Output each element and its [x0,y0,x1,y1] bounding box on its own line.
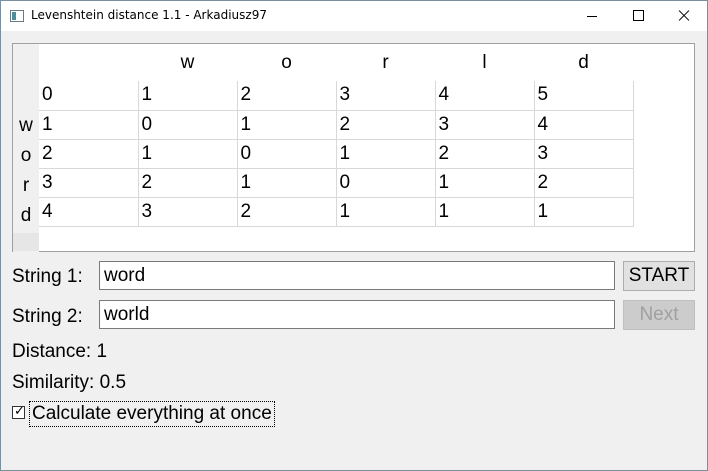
matrix-cell[interactable]: 0 [336,168,436,198]
row-label: d [20,205,32,226]
matrix-cell[interactable]: 1 [534,197,634,227]
maximize-icon [633,10,644,21]
matrix-cell[interactable]: 1 [39,110,139,140]
matrix-cell[interactable]: 2 [336,110,436,140]
matrix-cell[interactable]: 2 [237,197,337,227]
matrix-cell[interactable]: 0 [39,81,139,111]
distance-matrix: w o r l d 0 1 2 3 4 5 1 0 1 2 3 4 2 1 0 … [39,44,634,227]
matrix-cell[interactable]: 5 [534,81,634,111]
column-header [39,44,138,81]
column-header: d [578,51,589,73]
row-label: r [22,175,30,196]
maximize-button[interactable] [615,1,661,31]
start-button[interactable]: START [623,261,695,291]
row-label: w [19,115,33,136]
close-button[interactable] [661,1,707,31]
minimize-icon [587,16,597,17]
column-header: o [281,51,292,73]
matrix-cell[interactable]: 4 [435,81,535,111]
matrix-cell[interactable]: 0 [138,110,238,140]
table-row: 1 0 1 2 3 4 [39,110,634,140]
column-header: l [482,51,487,73]
string1-input[interactable] [99,261,615,290]
title-bar: Levenshtein distance 1.1 - Arkadiusz97 [1,1,707,31]
matrix-cell[interactable]: 1 [138,81,238,111]
matrix-cell[interactable]: 1 [138,139,238,169]
column-header: w [180,51,195,73]
string2-input[interactable] [99,300,615,329]
matrix-cell[interactable]: 3 [39,168,139,198]
table-row: 4 3 2 1 1 1 [39,197,634,227]
string1-label: String 1: [12,266,83,287]
distance-matrix-panel[interactable]: w o r d w o r l d 0 1 2 3 4 5 1 0 1 2 3 … [12,43,695,253]
matrix-cell[interactable]: 2 [534,168,634,198]
matrix-cell[interactable]: 3 [138,197,238,227]
matrix-cell[interactable]: 3 [336,81,436,111]
app-window: Levenshtein distance 1.1 - Arkadiusz97 w… [0,0,708,471]
matrix-cell[interactable]: 1 [435,168,535,198]
matrix-cell[interactable]: 4 [39,197,139,227]
matrix-cell[interactable]: 4 [534,110,634,140]
matrix-cell[interactable]: 1 [336,197,436,227]
matrix-cell[interactable]: 1 [435,197,535,227]
table-row: 3 2 1 0 1 2 [39,168,634,198]
matrix-cell[interactable]: 3 [534,139,634,169]
matrix-cell[interactable]: 2 [435,139,535,169]
string2-label: String 2: [12,306,83,327]
next-button[interactable]: Next [623,300,695,330]
distance-text: Distance: 1 [12,341,108,362]
matrix-cell[interactable]: 2 [138,168,238,198]
row-label: o [20,145,32,166]
matrix-cell[interactable]: 2 [39,139,139,169]
table-row: 0 1 2 3 4 5 [39,81,634,111]
matrix-cell[interactable]: 1 [237,168,337,198]
column-header: r [382,51,389,73]
matrix-cell[interactable]: 3 [435,110,535,140]
similarity-text: Similarity: 0.5 [12,372,127,393]
column-header-row: w o r l d [39,44,633,81]
minimize-button[interactable] [569,1,615,31]
matrix-cell[interactable]: 1 [336,139,436,169]
app-icon [10,10,24,22]
grid-corner [13,233,39,251]
calculate-all-label[interactable]: Calculate everything at once [29,401,275,427]
table-row: 2 1 0 1 2 3 [39,139,634,169]
matrix-cell[interactable]: 1 [237,110,337,140]
matrix-cell[interactable]: 2 [237,81,337,111]
row-labels: w o r d [13,111,39,231]
window-title: Levenshtein distance 1.1 - Arkadiusz97 [31,8,267,22]
checkmark-icon: ✓ [14,403,25,418]
calculate-all-checkbox[interactable]: ✓ [12,403,25,419]
matrix-cell[interactable]: 0 [237,139,337,169]
